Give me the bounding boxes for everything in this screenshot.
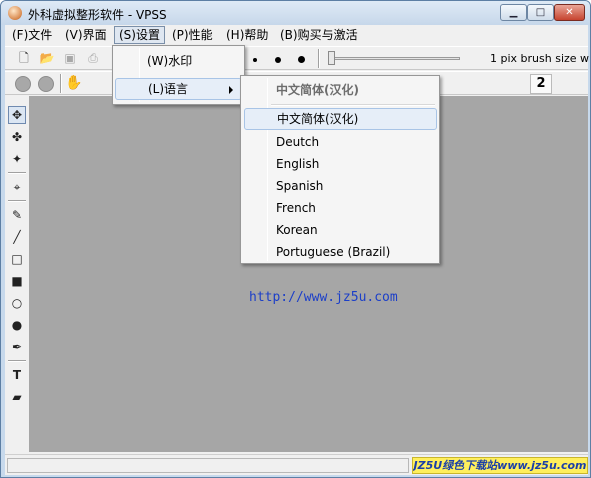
menu-item-language[interactable]: (L)语言 [115,78,242,100]
language-option-spanish[interactable]: Spanish [244,175,437,197]
brush-medium-dot[interactable] [275,57,281,63]
tool-palette: ✥ ✤ ✦ ⌖ ✎ ╱ □ ■ ○ ● ✒ T ▰ [5,96,29,456]
language-option-deutch[interactable]: Deutch [244,131,437,153]
eraser-icon[interactable]: ▰ [8,388,26,406]
settings-dropdown: (W)水印 (L)语言 [112,45,245,105]
language-menu-header: 中文简体(汉化) [276,83,359,97]
main-toolbar: 🗋 📂 ▣ ⎙ 1 pix brush size widt [5,46,591,70]
brush-size-slider-thumb[interactable] [328,51,335,65]
language-option-korean[interactable]: Korean [244,219,437,241]
brush-size-label: 1 pix brush size widt [490,52,591,65]
language-option-french[interactable]: French [244,197,437,219]
text-icon[interactable]: T [8,366,26,384]
open-folder-icon[interactable]: 📂 [38,50,56,67]
hand-icon[interactable]: ✋ [65,75,83,92]
tool-separator [8,200,26,202]
save-icon[interactable]: ▣ [61,50,79,67]
tool-separator [8,172,26,174]
app-window: 外科虚拟整形软件 - VPSS ▁ □ ✕ (F)文件 (V)界面 (S)设置 … [0,0,591,478]
menu-file[interactable]: (F)文件 [8,26,56,44]
rectangle-filled-icon[interactable]: ■ [8,272,26,290]
menu-item-watermark[interactable]: (W)水印 [115,50,242,72]
language-option-chinese[interactable]: 中文简体(汉化) [244,108,437,130]
pencil-icon[interactable]: ✎ [8,206,26,224]
language-option-english[interactable]: English [244,153,437,175]
stop-icon[interactable] [38,76,54,92]
minimize-button[interactable]: ▁ [500,4,527,21]
ellipse-outline-icon[interactable]: ○ [8,294,26,312]
title-bar[interactable]: 外科虚拟整形软件 - VPSS ▁ □ ✕ [1,1,590,25]
maximize-button[interactable]: □ [527,4,554,21]
badge-button[interactable]: 2 [530,74,552,94]
menu-settings[interactable]: (S)设置 [114,26,165,44]
rectangle-outline-icon[interactable]: □ [8,250,26,268]
menu-bar: (F)文件 (V)界面 (S)设置 (P)性能 (H)帮助 (B)购买与激活 [5,25,588,45]
status-bar: JZ5U绿色下载站www.jz5u.com [5,454,588,475]
pan-icon[interactable]: ✤ [8,128,26,146]
menu-view[interactable]: (V)界面 [61,26,111,44]
brush-large-dot[interactable] [298,56,305,63]
app-logo-icon[interactable] [8,6,22,20]
menu-item-language-label: (L)语言 [148,82,189,96]
eyedropper-icon[interactable]: ✒ [8,338,26,356]
new-file-icon[interactable]: 🗋 [15,50,33,67]
brush-size-slider[interactable] [330,57,460,60]
close-button[interactable]: ✕ [554,4,585,21]
menu-separator [271,104,435,106]
expand-icon[interactable]: ✦ [8,150,26,168]
print-icon[interactable]: ⎙ [84,50,102,67]
tool-separator [8,360,26,362]
site-badge: JZ5U绿色下载站www.jz5u.com [412,457,588,474]
brush-small-dot[interactable] [253,58,257,62]
move-icon[interactable]: ✥ [8,106,26,124]
status-pane [7,458,409,473]
line-icon[interactable]: ╱ [8,228,26,246]
menu-help[interactable]: (H)帮助 [222,26,272,44]
center-icon[interactable]: ⌖ [8,178,26,196]
ellipse-filled-icon[interactable]: ● [8,316,26,334]
toolbar-separator [60,74,62,93]
language-submenu: 中文简体(汉化) 中文简体(汉化) Deutch English Spanish… [240,75,440,264]
menu-performance[interactable]: (P)性能 [168,26,217,44]
toolbar-separator [318,49,320,68]
submenu-arrow-icon [229,86,233,94]
record-icon[interactable] [15,76,31,92]
language-option-portuguese[interactable]: Portuguese (Brazil) [244,241,437,263]
watermark-text: http://www.jz5u.com [249,290,398,305]
window-title: 外科虚拟整形软件 - VPSS [28,8,167,22]
menu-purchase[interactable]: (B)购买与激活 [276,26,362,44]
